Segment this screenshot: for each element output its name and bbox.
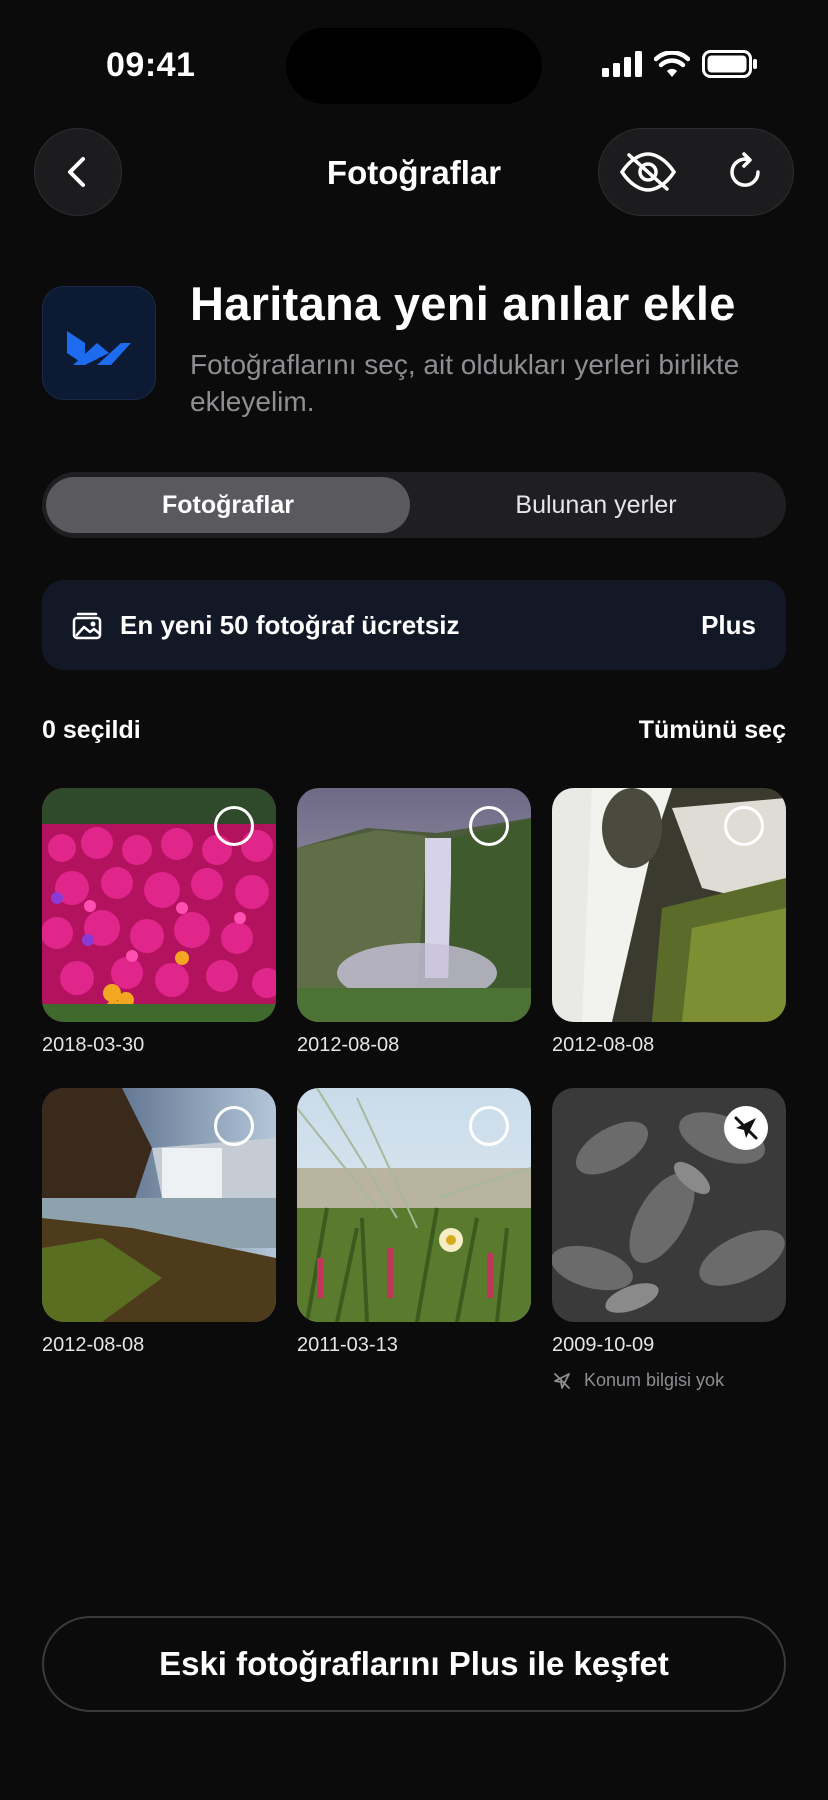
app-logo (42, 286, 156, 400)
photo-date: 2012-08-08 (297, 1034, 400, 1056)
eye-off-icon (619, 152, 676, 192)
header-actions (598, 128, 794, 216)
brand-logo-icon (67, 331, 131, 365)
location-off-icon (734, 1116, 758, 1140)
wifi-icon (654, 51, 690, 77)
select-circle[interactable] (469, 806, 509, 846)
status-time: 09:41 (106, 46, 196, 84)
signal-icon (602, 51, 642, 77)
status-icons (602, 50, 758, 78)
select-circle[interactable] (469, 1106, 509, 1146)
select-all-button[interactable]: Tümünü seç (639, 716, 786, 745)
location-off-icon (554, 1372, 570, 1389)
photo-date: 2012-08-08 (42, 1334, 145, 1356)
plus-badge[interactable]: Plus (701, 610, 756, 641)
select-circle[interactable] (724, 806, 764, 846)
intro-subtitle: Fotoğraflarını seç, ait oldukları yerler… (190, 349, 740, 417)
photo-date: 2018-03-30 (42, 1034, 145, 1056)
selection-count: 0 seçildi (42, 716, 141, 744)
tab-photos[interactable]: Fotoğraflar (46, 477, 410, 533)
explore-plus-button[interactable]: Eski fotoğraflarını Plus ile keşfet (42, 1616, 786, 1712)
plus-banner[interactable]: En yeni 50 fotoğraf ücretsiz Plus (42, 580, 786, 670)
dynamic-island (286, 28, 542, 104)
refresh-button[interactable] (715, 142, 775, 202)
photo-library-icon (72, 612, 102, 640)
battery-icon (702, 50, 757, 78)
photo-date: 2009-10-09 (552, 1334, 655, 1356)
no-location-badge (724, 1106, 768, 1150)
photo-date: 2012-08-08 (552, 1034, 655, 1056)
refresh-icon (729, 152, 760, 187)
intro-title: Haritana yeni anılar ekle (190, 277, 736, 330)
banner-text: En yeni 50 fotoğraf ücretsiz (120, 609, 460, 640)
photo-date: 2011-03-13 (297, 1334, 398, 1356)
no-location-note: Konum bilgisi yok (552, 1370, 724, 1391)
no-location-label: Konum bilgisi yok (584, 1370, 725, 1390)
select-circle[interactable] (214, 1106, 254, 1146)
select-circle[interactable] (214, 806, 254, 846)
hide-button[interactable] (618, 142, 678, 202)
tab-found-places[interactable]: Bulunan yerler (410, 477, 782, 533)
